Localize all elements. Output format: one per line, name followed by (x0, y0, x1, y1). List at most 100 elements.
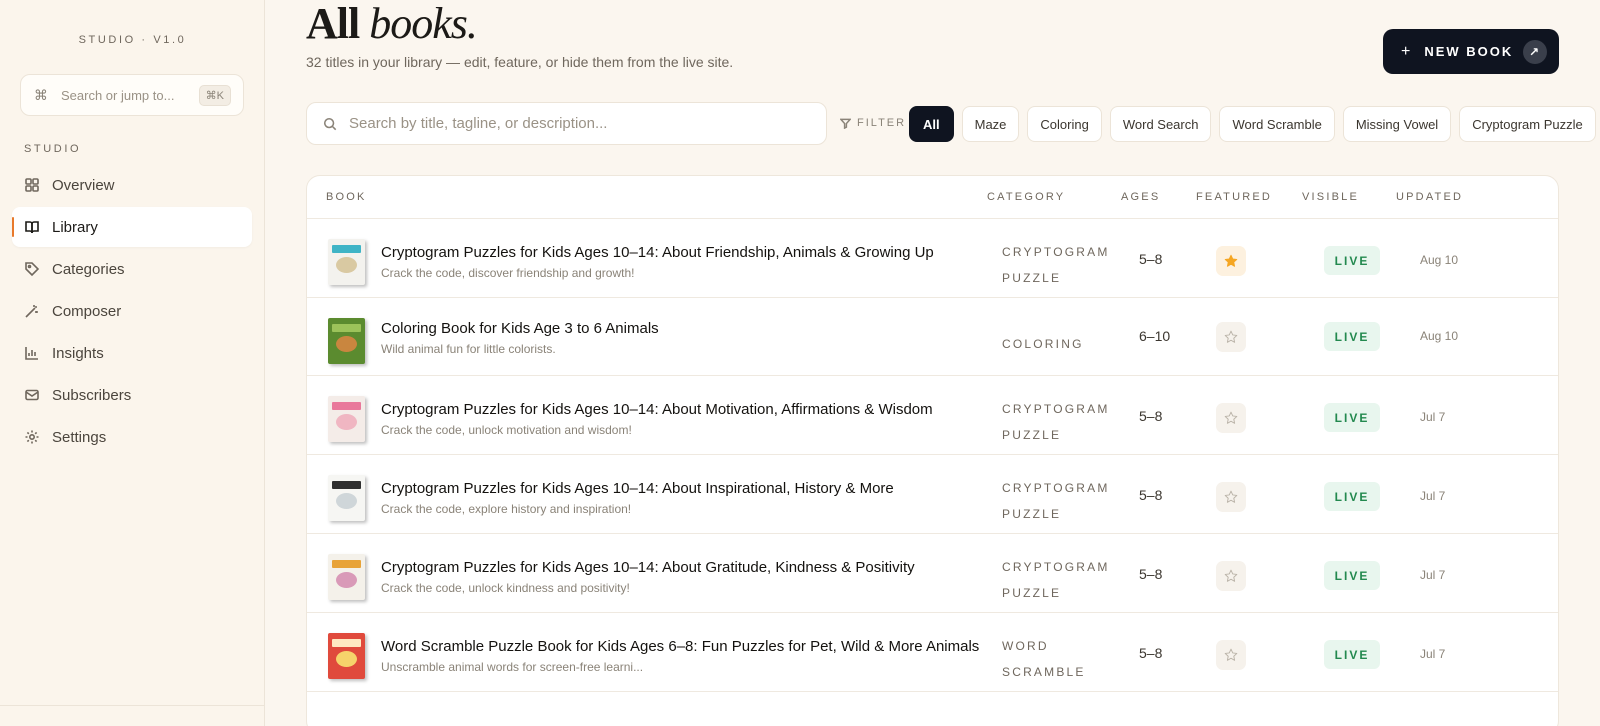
star-outline-icon (1224, 490, 1238, 503)
book-title[interactable]: Cryptogram Puzzles for Kids Ages 10–14: … (381, 559, 915, 576)
visibility-badge[interactable]: LIVE (1324, 322, 1380, 351)
book-cover (328, 475, 365, 521)
visibility-badge[interactable]: LIVE (1324, 403, 1380, 432)
grid-icon (25, 178, 39, 192)
arrow-up-right-icon: ↗ (1523, 40, 1547, 64)
sidebar-item-composer[interactable]: Composer (12, 291, 252, 331)
book-title[interactable]: Coloring Book for Kids Age 3 to 6 Animal… (381, 320, 659, 337)
sidebar-item-overview[interactable]: Overview (12, 165, 252, 205)
table-row[interactable]: Word Scramble Puzzle Book for Kids Ages … (307, 613, 1558, 692)
filter-label: FILTER (840, 117, 906, 129)
book-cover (328, 633, 365, 679)
updated-date: Jul 7 (1420, 410, 1446, 424)
featured-toggle[interactable] (1216, 561, 1246, 591)
column-updated[interactable]: UPDATED (1396, 191, 1463, 203)
sidebar-item-library[interactable]: Library (12, 207, 252, 247)
table-row[interactable]: Cryptogram Puzzles for Kids Ages 10–14: … (307, 455, 1558, 534)
column-book[interactable]: BOOK (326, 191, 367, 203)
sidebar-item-subscribers[interactable]: Subscribers (12, 375, 252, 415)
category-cell: CRYPTOGRAM PUZZLE (1002, 481, 1110, 521)
sidebar-item-label: Subscribers (52, 386, 132, 404)
visibility-badge[interactable]: LIVE (1324, 561, 1380, 590)
shortcut-badge: ⌘K (198, 84, 231, 106)
book-title[interactable]: Cryptogram Puzzles for Kids Ages 10–14: … (381, 480, 894, 497)
book-cover (328, 318, 365, 364)
sidebar-item-label: Overview (52, 176, 115, 194)
chip-word-search[interactable]: Word Search (1109, 106, 1212, 142)
book-tagline: Unscramble animal words for screen-free … (381, 660, 644, 674)
new-book-button[interactable]: + NEW BOOK ↗ (1383, 29, 1559, 74)
featured-toggle[interactable] (1216, 403, 1246, 433)
column-ages[interactable]: AGES (1121, 191, 1160, 203)
ages-cell: 6–10 (1139, 328, 1171, 344)
updated-date: Jul 7 (1420, 489, 1446, 503)
chip-cryptogram-puzzle[interactable]: Cryptogram Puzzle (1459, 106, 1596, 142)
sidebar-item-categories[interactable]: Categories (12, 249, 252, 289)
star-outline-icon (1224, 411, 1238, 424)
books-table: BOOK CATEGORY AGES FEATURED VISIBLE UPDA… (306, 175, 1559, 726)
page-subtitle: 32 titles in your library — edit, featur… (306, 54, 734, 70)
column-visible[interactable]: VISIBLE (1302, 191, 1359, 203)
category-cell: CRYPTOGRAM PUZZLE (1002, 402, 1110, 442)
book-search[interactable] (306, 102, 827, 145)
visibility-badge[interactable]: LIVE (1324, 640, 1380, 669)
book-cover (328, 239, 365, 285)
category-cell: WORD SCRAMBLE (1002, 639, 1086, 679)
updated-date: Aug 10 (1420, 253, 1459, 267)
column-category[interactable]: CATEGORY (987, 191, 1065, 203)
star-outline-icon (1224, 330, 1238, 343)
mail-icon (25, 389, 39, 401)
ages-cell: 5–8 (1139, 487, 1163, 503)
featured-toggle[interactable] (1216, 482, 1246, 512)
sidebar: STUDIO · V1.0 ⌘ Search or jump to... ⌘K … (0, 0, 265, 726)
book-cover (328, 554, 365, 600)
sidebar-item-label: Composer (52, 302, 122, 320)
featured-toggle[interactable] (1216, 246, 1246, 276)
chip-coloring[interactable]: Coloring (1027, 106, 1102, 142)
category-cell: CRYPTOGRAM PUZZLE (1002, 560, 1110, 600)
sidebar-nav: Overview Library Categories Composer Ins… (12, 165, 252, 459)
new-book-label: NEW BOOK (1424, 44, 1514, 59)
jump-search[interactable]: ⌘ Search or jump to... ⌘K (20, 74, 244, 116)
table-row[interactable]: Cryptogram Puzzles for Kids Ages 10–14: … (307, 376, 1558, 455)
table-row[interactable]: Cryptogram Puzzles for Kids Ages 10–14: … (307, 534, 1558, 613)
sidebar-item-label: Categories (52, 260, 125, 278)
sidebar-item-label: Insights (52, 344, 104, 362)
book-title[interactable]: Cryptogram Puzzles for Kids Ages 10–14: … (381, 244, 934, 261)
bar-chart-icon (25, 347, 38, 360)
chip-missing-vowel[interactable]: Missing Vowel (1342, 106, 1452, 142)
visibility-badge[interactable]: LIVE (1324, 482, 1380, 511)
updated-date: Jul 7 (1420, 647, 1446, 661)
ages-cell: 5–8 (1139, 251, 1163, 267)
tag-icon (25, 262, 40, 277)
page-title-bold: All (306, 0, 360, 48)
brand-label: STUDIO · V1.0 (78, 34, 187, 46)
sidebar-item-insights[interactable]: Insights (12, 333, 252, 373)
column-featured[interactable]: FEATURED (1196, 191, 1272, 203)
table-row[interactable]: Coloring Book for Kids Age 3 to 6 Animal… (307, 298, 1558, 376)
search-icon (323, 117, 337, 130)
category-cell: COLORING (1002, 337, 1084, 351)
book-title[interactable]: Cryptogram Puzzles for Kids Ages 10–14: … (381, 401, 933, 418)
command-icon: ⌘ (34, 87, 48, 103)
book-tagline: Crack the code, unlock kindness and posi… (381, 581, 630, 595)
ages-cell: 5–8 (1139, 408, 1163, 424)
visibility-badge[interactable]: LIVE (1324, 246, 1380, 275)
updated-date: Aug 10 (1420, 329, 1459, 343)
featured-toggle[interactable] (1216, 640, 1246, 670)
page-title: All books. (306, 0, 478, 48)
magic-wand-icon (25, 305, 38, 318)
sidebar-item-settings[interactable]: Settings (12, 417, 252, 457)
chip-all[interactable]: All (909, 106, 954, 142)
jump-search-placeholder: Search or jump to... (61, 87, 175, 103)
book-title[interactable]: Word Scramble Puzzle Book for Kids Ages … (381, 638, 979, 655)
sidebar-item-label: Settings (52, 428, 107, 446)
search-input[interactable] (349, 115, 809, 132)
featured-toggle[interactable] (1216, 322, 1246, 352)
plus-icon: + (1401, 42, 1413, 60)
table-row[interactable]: Cryptogram Puzzles for Kids Ages 10–14: … (307, 219, 1558, 298)
updated-date: Jul 7 (1420, 568, 1446, 582)
chip-word-scramble[interactable]: Word Scramble (1219, 106, 1335, 142)
chip-maze[interactable]: Maze (961, 106, 1020, 142)
main-content: All books. 32 titles in your library — e… (265, 0, 1600, 726)
